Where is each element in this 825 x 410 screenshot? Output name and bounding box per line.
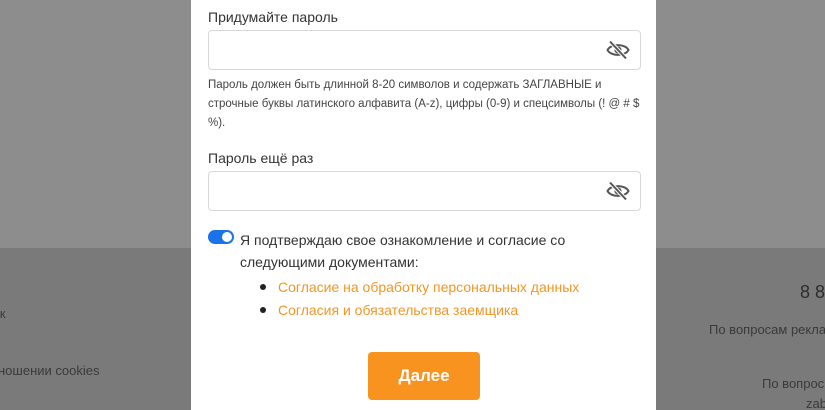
footer-cookies-link-partial: ношении cookies <box>0 363 100 378</box>
document-link-borrower-obligations[interactable]: Согласия и обязательства заемщика <box>260 299 579 322</box>
footer-email-partial: zab <box>806 396 825 410</box>
document-link-label: Согласия и обязательства заемщика <box>278 302 519 318</box>
footer-phone-partial: 8 8 <box>800 282 825 302</box>
bullet-icon <box>260 284 266 290</box>
consent-text: Я подтверждаю свое ознакомление и соглас… <box>240 232 566 270</box>
documents-list: Согласие на обработку персональных данны… <box>260 276 579 322</box>
footer-contact-text-partial-2: По вопрос <box>762 376 825 391</box>
registration-modal: Придумайте пароль Пароль должен быть дли… <box>191 0 656 410</box>
repeat-password-field[interactable] <box>208 171 641 211</box>
footer-link-partial: кк <box>0 306 6 321</box>
bullet-icon <box>260 307 266 313</box>
footer-contact-text-partial: По вопросам рекла <box>709 322 825 337</box>
repeat-password-label: Пароль ещё раз <box>208 150 314 166</box>
consent-toggle[interactable] <box>208 230 234 244</box>
document-link-label: Согласие на обработку персональных данны… <box>278 279 580 295</box>
next-button[interactable]: Далее <box>368 352 480 400</box>
document-link-personal-data[interactable]: Согласие на обработку персональных данны… <box>260 276 579 299</box>
toggle-knob <box>222 232 232 242</box>
eye-slash-icon[interactable] <box>606 40 630 60</box>
password-field[interactable] <box>208 30 641 70</box>
eye-slash-icon[interactable] <box>606 181 630 201</box>
password-label: Придумайте пароль <box>208 9 338 25</box>
password-hint: Пароль должен быть длинной 8-20 символов… <box>208 79 640 129</box>
